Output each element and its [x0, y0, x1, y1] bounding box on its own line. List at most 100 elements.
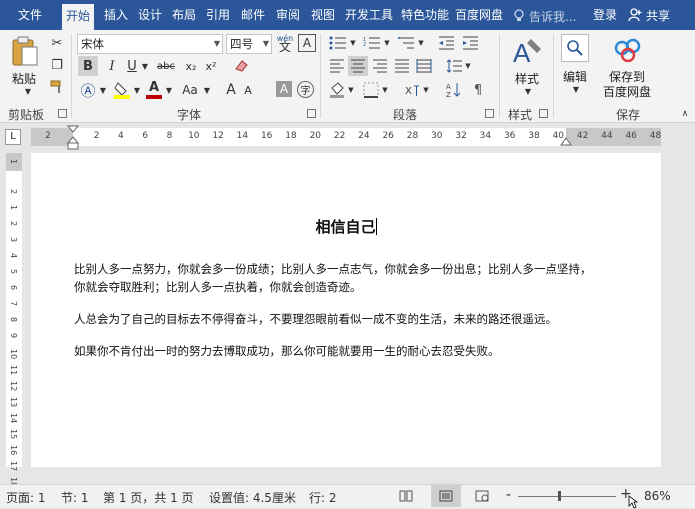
tab-view[interactable]: 视图: [307, 0, 339, 30]
numbering-dropdown-icon[interactable]: ▼: [383, 33, 391, 53]
shading-icon[interactable]: [327, 80, 347, 100]
character-border-icon[interactable]: A: [298, 34, 316, 52]
underline-dropdown-icon[interactable]: ▼: [140, 56, 150, 76]
numbering-icon[interactable]: 12: [361, 33, 383, 53]
indent-markers[interactable]: [66, 125, 80, 151]
asian-layout-dropdown-icon[interactable]: ▼: [422, 80, 430, 100]
styles-label[interactable]: 样式: [515, 70, 539, 87]
font-color-icon[interactable]: A: [144, 80, 164, 100]
tab-baidu-netdisk[interactable]: 百度网盘: [451, 0, 507, 30]
save-label-line2[interactable]: 百度网盘: [603, 83, 651, 100]
document-paragraph[interactable]: 如果你不肯付出一时的努力去博取成功，那么你可能就要用一生的耐心去忍受失败。: [74, 342, 594, 360]
status-section[interactable]: 节: 1: [61, 489, 89, 506]
paste-dropdown-icon[interactable]: ▼: [23, 87, 33, 96]
font-name-combo[interactable]: 宋体 ▼: [77, 34, 223, 54]
status-page-count[interactable]: 第 1 页，共 1 页: [103, 489, 194, 506]
document-paragraph[interactable]: 人总会为了自己的目标去不停得奋斗，不要理怨眼前看似一成不变的生活，未来的路还很遥…: [74, 310, 594, 328]
bullets-icon[interactable]: [327, 33, 349, 53]
tab-review[interactable]: 审阅: [272, 0, 304, 30]
borders-dropdown-icon[interactable]: ▼: [381, 80, 389, 100]
web-layout-icon[interactable]: [473, 488, 491, 504]
paragraph-launcher[interactable]: [485, 109, 494, 118]
font-size-combo[interactable]: 四号 ▼: [226, 34, 272, 54]
zoom-slider-thumb[interactable]: [558, 491, 561, 501]
clipboard-launcher[interactable]: [58, 109, 67, 118]
copy-icon[interactable]: ❐: [48, 56, 66, 74]
highlight-dropdown-icon[interactable]: ▼: [132, 80, 142, 100]
highlight-icon[interactable]: [112, 80, 132, 100]
show-marks-icon[interactable]: ¶: [470, 80, 486, 100]
share-button[interactable]: 共享: [628, 0, 670, 30]
borders-icon[interactable]: [361, 80, 381, 100]
document-title-line[interactable]: 相信自己: [31, 216, 661, 237]
multilevel-dropdown-icon[interactable]: ▼: [417, 33, 425, 53]
tab-layout[interactable]: 布局: [168, 0, 200, 30]
zoom-slider-track[interactable]: [518, 496, 616, 497]
asian-layout-icon[interactable]: X: [402, 80, 422, 100]
styles-dropdown-icon[interactable]: ▼: [523, 87, 533, 96]
line-spacing-dropdown-icon[interactable]: ▼: [464, 56, 472, 76]
tab-mailings[interactable]: 邮件: [237, 0, 269, 30]
find-icon[interactable]: [561, 34, 589, 62]
bullets-dropdown-icon[interactable]: ▼: [349, 33, 357, 53]
shading-dropdown-icon[interactable]: ▼: [347, 80, 355, 100]
font-color-dropdown-icon[interactable]: ▼: [164, 80, 174, 100]
cut-icon[interactable]: ✂: [48, 34, 66, 52]
print-layout-icon[interactable]: [431, 485, 461, 507]
styles-icon[interactable]: A: [510, 34, 544, 68]
align-left-icon[interactable]: [327, 56, 347, 76]
change-case-button[interactable]: Aa: [178, 80, 202, 100]
format-painter-icon[interactable]: [48, 78, 66, 96]
grow-font-button[interactable]: A: [222, 80, 240, 100]
status-row[interactable]: 行: 2: [309, 489, 337, 506]
tab-insert[interactable]: 插入: [100, 0, 132, 30]
italic-button[interactable]: I: [102, 56, 122, 76]
clear-formatting-icon[interactable]: [232, 56, 250, 76]
paste-button[interactable]: [8, 34, 40, 68]
document-paragraph[interactable]: 比别人多一点努力，你就会多一份成绩；比别人多一点志气，你就会多一份出息；比别人多…: [74, 260, 594, 296]
status-settings[interactable]: 设置值: 4.5厘米: [209, 489, 296, 506]
login-button[interactable]: 登录: [589, 0, 621, 30]
document-title[interactable]: 相信自己: [315, 218, 375, 236]
tab-selector[interactable]: L: [5, 129, 21, 145]
distributed-icon[interactable]: [414, 56, 434, 76]
phonetic-guide-button[interactable]: wén 文: [276, 32, 294, 54]
shrink-font-button[interactable]: A: [240, 80, 256, 100]
align-right-icon[interactable]: [370, 56, 390, 76]
line-spacing-icon[interactable]: [444, 56, 464, 76]
document-page[interactable]: 相信自己 比别人多一点努力，你就会多一份成绩；比别人多一点志气，你就会多一份出息…: [31, 153, 661, 467]
change-case-dropdown-icon[interactable]: ▼: [202, 80, 212, 100]
tab-developer[interactable]: 开发工具: [341, 0, 397, 30]
status-page[interactable]: 页面: 1: [6, 489, 46, 506]
right-indent-marker[interactable]: [559, 137, 573, 147]
read-mode-icon[interactable]: [397, 488, 415, 504]
editing-label[interactable]: 编辑: [563, 68, 587, 85]
styles-launcher[interactable]: [539, 109, 548, 118]
tab-home[interactable]: 开始: [62, 4, 95, 30]
collapse-ribbon-icon[interactable]: ∧: [680, 109, 690, 119]
tab-references[interactable]: 引用: [202, 0, 234, 30]
justify-icon[interactable]: [392, 56, 412, 76]
zoom-out-button[interactable]: -: [506, 487, 511, 503]
horizontal-ruler[interactable]: L 2 2 4 6 8 10 12 14 16 18 20 22 24 26 28 30 32 34 36 38 40 4…: [0, 123, 695, 151]
tab-special-features[interactable]: 特色功能: [397, 0, 453, 30]
text-effects-icon[interactable]: Ⓐ: [78, 80, 98, 100]
zoom-level[interactable]: 86%: [644, 489, 671, 503]
baidu-cloud-icon[interactable]: [612, 36, 644, 64]
underline-button[interactable]: U: [124, 56, 140, 76]
superscript-button[interactable]: x²: [202, 56, 220, 76]
tab-file[interactable]: 文件: [10, 0, 50, 30]
enclose-characters-icon[interactable]: 字: [297, 81, 314, 98]
editing-dropdown-icon[interactable]: ▼: [571, 85, 581, 94]
decrease-indent-icon[interactable]: [436, 33, 456, 53]
tell-me-search[interactable]: 告诉我...: [513, 7, 583, 25]
multilevel-list-icon[interactable]: [395, 33, 417, 53]
align-center-icon[interactable]: [348, 56, 368, 76]
subscript-button[interactable]: x₂: [182, 56, 200, 76]
increase-indent-icon[interactable]: [460, 33, 480, 53]
strikethrough-button[interactable]: abc: [154, 56, 178, 76]
tab-design[interactable]: 设计: [134, 0, 166, 30]
text-effects-dropdown-icon[interactable]: ▼: [98, 80, 108, 100]
sort-icon[interactable]: AZ: [444, 80, 464, 100]
bold-button[interactable]: B: [78, 56, 98, 76]
